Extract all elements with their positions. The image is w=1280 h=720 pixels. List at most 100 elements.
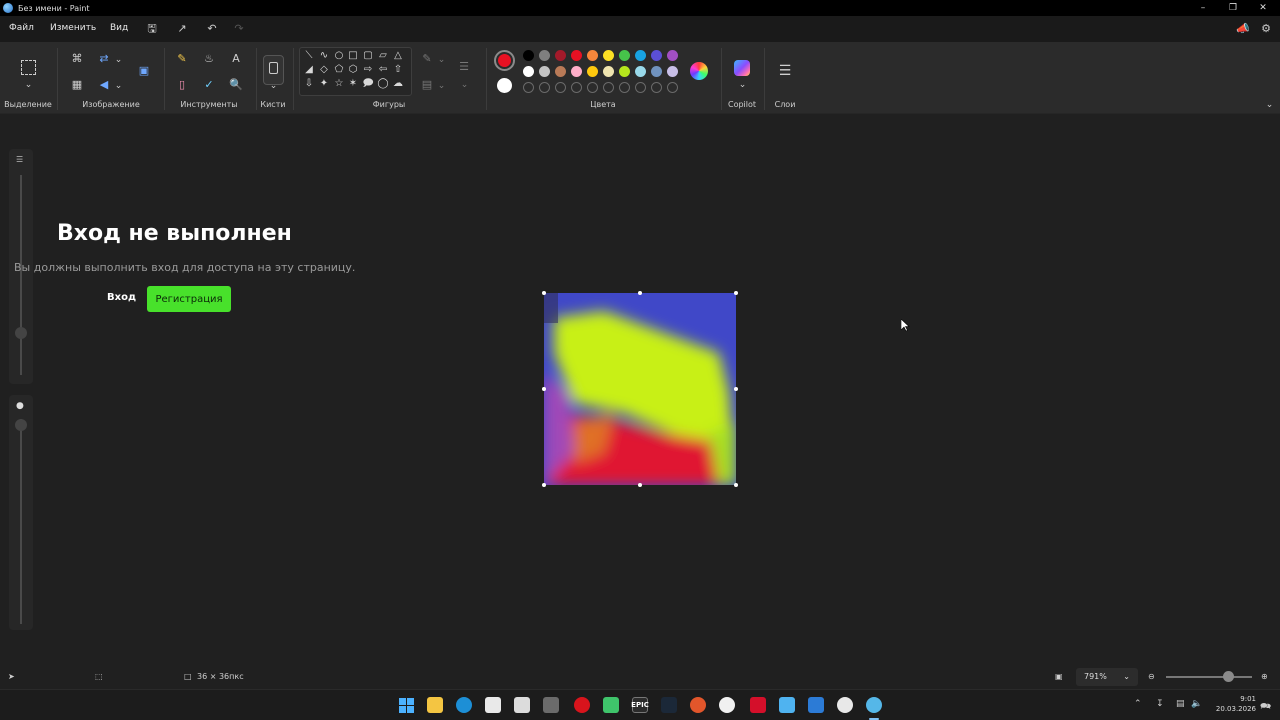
callout-rect-shape-icon[interactable]: 🗩 bbox=[362, 78, 374, 90]
network-icon[interactable]: ▤ bbox=[1176, 699, 1185, 709]
rotate-icon[interactable]: ◀ bbox=[97, 78, 111, 92]
remove-background-icon[interactable]: ▦ bbox=[70, 78, 84, 92]
resize-icon[interactable]: ⇄ bbox=[97, 52, 111, 66]
fill-shape-icon[interactable]: ▤ bbox=[420, 78, 434, 92]
close-button[interactable]: ✕ bbox=[1248, 0, 1278, 16]
edge-browser-icon[interactable] bbox=[456, 697, 472, 713]
redo-icon[interactable]: ↷ bbox=[233, 23, 245, 35]
fit-to-window-icon[interactable]: ▣ bbox=[1055, 672, 1063, 681]
six-point-star-shape-icon[interactable]: ✶ bbox=[347, 78, 359, 90]
palette-color-swatch[interactable] bbox=[603, 50, 614, 61]
minimize-button[interactable]: – bbox=[1188, 0, 1218, 16]
palette-color-swatch[interactable] bbox=[635, 50, 646, 61]
magnifier-icon[interactable]: 🔍 bbox=[229, 78, 243, 92]
resize-handle[interactable] bbox=[734, 291, 738, 295]
palette-color-swatch[interactable] bbox=[619, 66, 630, 77]
windows-start-icon[interactable] bbox=[398, 697, 414, 713]
custom-color-slot[interactable] bbox=[667, 82, 678, 93]
outline-icon[interactable]: ✎ bbox=[420, 52, 434, 66]
notepad-icon[interactable] bbox=[485, 697, 501, 713]
resize-handle[interactable] bbox=[542, 387, 546, 391]
callout-oval-shape-icon[interactable]: ◯ bbox=[377, 78, 389, 90]
slider-thumb[interactable] bbox=[15, 419, 27, 431]
resize-handle[interactable] bbox=[638, 483, 642, 487]
chevron-down-icon[interactable]: ⌄ bbox=[738, 78, 747, 92]
edit-colors-icon[interactable] bbox=[690, 62, 708, 80]
rectangle-select-icon[interactable] bbox=[21, 60, 36, 75]
resize-handle[interactable] bbox=[734, 483, 738, 487]
four-point-star-shape-icon[interactable]: ✦ bbox=[318, 78, 330, 90]
chevron-down-icon[interactable]: ⌄ bbox=[24, 78, 33, 92]
custom-color-slot[interactable] bbox=[635, 82, 646, 93]
left-arrow-shape-icon[interactable]: ⇦ bbox=[377, 64, 389, 76]
custom-color-slot[interactable] bbox=[651, 82, 662, 93]
file-explorer-icon[interactable] bbox=[427, 697, 443, 713]
palette-color-swatch[interactable] bbox=[603, 66, 614, 77]
custom-color-slot[interactable] bbox=[587, 82, 598, 93]
palette-color-swatch[interactable] bbox=[619, 50, 630, 61]
rectangle-shape-icon[interactable]: □ bbox=[347, 50, 359, 62]
restore-button[interactable]: ❐ bbox=[1218, 0, 1248, 16]
collapse-ribbon-chevron-icon[interactable]: ⌄ bbox=[1265, 98, 1274, 112]
window-app-icon[interactable] bbox=[808, 697, 824, 713]
store-icon[interactable] bbox=[514, 697, 530, 713]
steam-icon[interactable] bbox=[661, 697, 677, 713]
zoom-level-dropdown[interactable]: 791% ⌄ bbox=[1076, 668, 1138, 686]
palette-color-swatch[interactable] bbox=[523, 66, 534, 77]
custom-color-slot[interactable] bbox=[555, 82, 566, 93]
curve-shape-icon[interactable]: ∿ bbox=[318, 50, 330, 62]
custom-color-slot[interactable] bbox=[539, 82, 550, 93]
menu-file[interactable]: Файл bbox=[9, 23, 34, 33]
opacity-slider[interactable]: ● bbox=[9, 395, 33, 630]
register-button[interactable]: Регистрация bbox=[147, 286, 231, 312]
copilot-icon[interactable] bbox=[734, 60, 750, 76]
palette-color-swatch[interactable] bbox=[651, 66, 662, 77]
ea-app-icon[interactable] bbox=[690, 697, 706, 713]
palette-color-swatch[interactable] bbox=[651, 50, 662, 61]
callout-cloud-shape-icon[interactable]: ☁ bbox=[392, 78, 404, 90]
down-arrow-shape-icon[interactable]: ⇩ bbox=[303, 78, 315, 90]
fill-bucket-icon[interactable]: ♨ bbox=[202, 52, 216, 66]
chrome-like-icon[interactable] bbox=[719, 697, 735, 713]
feedback-icon[interactable]: 📣 bbox=[1236, 23, 1250, 35]
green-app-icon[interactable] bbox=[603, 697, 619, 713]
calculator-icon[interactable] bbox=[543, 697, 559, 713]
palette-color-swatch[interactable] bbox=[667, 50, 678, 61]
menu-view[interactable]: Вид bbox=[110, 23, 128, 33]
palette-color-swatch[interactable] bbox=[587, 50, 598, 61]
polygon-shape-icon[interactable]: ▱ bbox=[377, 50, 389, 62]
secondary-color-swatch[interactable] bbox=[497, 78, 512, 93]
five-point-star-shape-icon[interactable]: ☆ bbox=[333, 78, 345, 90]
clock[interactable]: 9:01 20.03.2026 bbox=[1210, 694, 1256, 714]
palette-color-swatch[interactable] bbox=[667, 66, 678, 77]
primary-color-ring[interactable] bbox=[494, 50, 515, 71]
right-arrow-shape-icon[interactable]: ⇨ bbox=[362, 64, 374, 76]
palette-color-swatch[interactable] bbox=[571, 50, 582, 61]
save-icon[interactable]: 🖫 bbox=[146, 23, 158, 35]
canvas-image[interactable] bbox=[544, 293, 736, 485]
login-link[interactable]: Вход bbox=[107, 292, 136, 303]
color-picker-icon[interactable]: ✓ bbox=[202, 78, 216, 92]
notification-icon[interactable]: 🗪 bbox=[1260, 699, 1271, 715]
document-app-icon[interactable] bbox=[779, 697, 795, 713]
share-icon[interactable]: ↗ bbox=[176, 23, 188, 35]
resize-handle[interactable] bbox=[734, 387, 738, 391]
undo-icon[interactable]: ↶ bbox=[206, 23, 218, 35]
tray-overflow-chevron-icon[interactable]: ⌃ bbox=[1134, 699, 1142, 709]
hexagon-shape-icon[interactable]: ⬡ bbox=[347, 64, 359, 76]
chevron-down-icon[interactable]: ⌄ bbox=[437, 79, 446, 93]
palette-color-swatch[interactable] bbox=[635, 66, 646, 77]
right-triangle-shape-icon[interactable]: ◢ bbox=[303, 64, 315, 76]
diamond-shape-icon[interactable]: ◇ bbox=[318, 64, 330, 76]
zoom-slider-track[interactable] bbox=[1166, 676, 1252, 678]
image-select-icon[interactable]: ▣ bbox=[137, 64, 151, 78]
chevron-down-icon[interactable]: ⌄ bbox=[460, 78, 469, 92]
custom-color-slot[interactable] bbox=[619, 82, 630, 93]
resize-handle[interactable] bbox=[542, 291, 546, 295]
chevron-down-icon[interactable]: ⌄ bbox=[114, 53, 123, 67]
pentagon-shape-icon[interactable]: ⬠ bbox=[333, 64, 345, 76]
palette-color-swatch[interactable] bbox=[523, 50, 534, 61]
eraser-icon[interactable]: ▯ bbox=[175, 78, 189, 92]
custom-color-slot[interactable] bbox=[571, 82, 582, 93]
slider-thumb[interactable] bbox=[15, 327, 27, 339]
